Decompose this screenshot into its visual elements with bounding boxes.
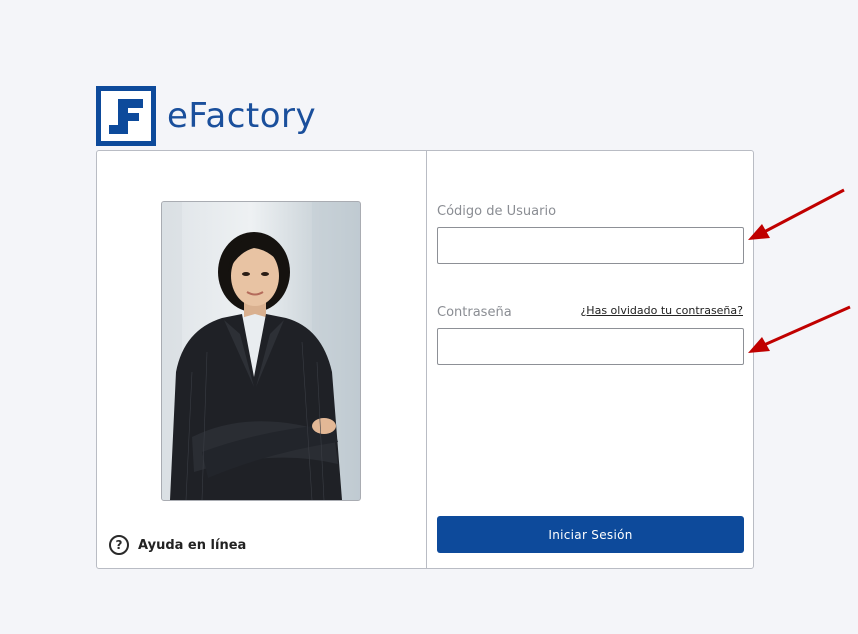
online-help-link[interactable]: ? Ayuda en línea xyxy=(109,535,246,555)
question-circle-icon: ? xyxy=(109,535,129,555)
login-page: eFactory ? Ayuda en línea Código de Usua… xyxy=(0,0,858,634)
password-input[interactable] xyxy=(437,328,744,365)
brand-logo: eFactory xyxy=(96,86,316,146)
login-button[interactable]: Iniciar Sesión xyxy=(437,516,744,553)
password-arrow-icon xyxy=(748,305,851,353)
brand-name: eFactory xyxy=(167,96,317,136)
panel-divider xyxy=(426,151,427,568)
login-card: ? Ayuda en línea Código de Usuario Contr… xyxy=(96,150,754,569)
password-label: Contraseña xyxy=(437,305,512,320)
businesswoman-photo xyxy=(161,201,361,501)
username-arrow-icon xyxy=(748,188,845,240)
username-label: Código de Usuario xyxy=(437,204,557,219)
online-help-label: Ayuda en línea xyxy=(138,537,247,553)
forgot-password-link[interactable]: ¿Has olvidado tu contraseña? xyxy=(580,304,743,317)
efactory-logo-icon xyxy=(96,86,156,146)
username-input[interactable] xyxy=(437,227,744,264)
